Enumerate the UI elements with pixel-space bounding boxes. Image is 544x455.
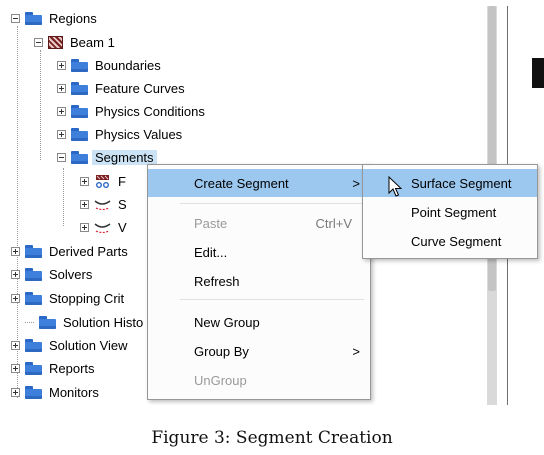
tree-item-label: Reports (49, 360, 95, 376)
menu-item-paste[interactable]: Paste Ctrl+V (148, 209, 370, 237)
tree-item-solvers[interactable]: Solvers (11, 263, 92, 285)
menu-item-curve-segment[interactable]: Curve Segment (363, 227, 537, 255)
expand-icon[interactable] (80, 222, 89, 232)
tree-item-solution-views[interactable]: Solution View (11, 334, 128, 356)
folder-icon (71, 127, 88, 141)
menu-item-refresh[interactable]: Refresh (148, 267, 370, 295)
tree-item-label: V (118, 219, 127, 235)
folder-icon (71, 150, 88, 164)
tree-item-feature-curves[interactable]: Feature Curves (57, 77, 185, 99)
expand-icon[interactable] (11, 387, 20, 397)
menu-item-label: Edit... (194, 244, 228, 260)
menu-separator (180, 299, 364, 300)
tree-item-reports[interactable]: Reports (11, 357, 95, 379)
expand-icon[interactable] (80, 199, 89, 209)
tree-guide-line (25, 321, 34, 323)
menu-item-ungroup[interactable]: UnGroup (148, 366, 370, 394)
partial-text-glyph (532, 58, 544, 88)
expand-icon[interactable] (57, 60, 66, 70)
menu-item-label: Curve Segment (411, 233, 502, 249)
expand-icon[interactable] (57, 83, 66, 93)
folder-icon (25, 338, 42, 352)
tree-guide-line (63, 168, 64, 226)
folder-icon (25, 291, 42, 305)
tree-item-segment-child[interactable]: F (80, 170, 126, 192)
simulation-tree-panel: Regions Beam 1 Boundaries Feature Curves… (0, 0, 544, 405)
menu-item-point-segment[interactable]: Point Segment (363, 198, 537, 226)
tree-item-label: Beam 1 (70, 34, 115, 50)
folder-icon (25, 244, 42, 258)
menu-item-edit[interactable]: Edit... (148, 238, 370, 266)
menu-item-label: Create Segment (194, 175, 289, 191)
tree-guide-line (40, 50, 41, 160)
region-icon (48, 35, 63, 49)
menu-item-create-segment[interactable]: Create Segment > (148, 169, 370, 197)
tree-item-label: Segments (92, 149, 157, 165)
menu-item-label: New Group (194, 314, 260, 330)
tree-item-label: Boundaries (95, 57, 161, 73)
expand-icon[interactable] (80, 176, 89, 186)
collapse-icon[interactable] (57, 152, 66, 162)
tree-item-beam[interactable]: Beam 1 (34, 31, 115, 53)
submenu-arrow-icon: > (352, 343, 360, 359)
tree-item-derived-parts[interactable]: Derived Parts (11, 240, 128, 262)
tree-item-label: Solution View (49, 337, 128, 353)
menu-item-label: UnGroup (194, 372, 247, 388)
curve-segment-icon (94, 222, 111, 233)
menu-separator (180, 203, 364, 204)
expand-icon[interactable] (57, 129, 66, 139)
expand-icon[interactable] (11, 246, 20, 256)
folder-icon (71, 58, 88, 72)
tree-item-label: Stopping Crit (49, 290, 125, 306)
expand-icon[interactable] (11, 269, 20, 279)
folder-icon (25, 267, 42, 281)
tree-item-physics-conditions[interactable]: Physics Conditions (57, 100, 205, 122)
menu-item-label: Group By (194, 343, 249, 359)
folder-icon (25, 361, 42, 375)
menu-item-label: Paste (194, 215, 228, 231)
tree-item-segment-child[interactable]: S (80, 193, 127, 215)
context-menu: Create Segment > Paste Ctrl+V Edit... Re… (147, 164, 371, 400)
folder-icon (25, 385, 42, 399)
tree-item-label: Physics Values (95, 126, 183, 142)
tree-item-label: Physics Conditions (95, 103, 205, 119)
menu-item-label: Point Segment (411, 204, 497, 220)
mouse-cursor-icon (388, 176, 402, 197)
folder-icon (39, 315, 56, 329)
menu-item-label: Refresh (194, 273, 240, 289)
tree-item-monitors[interactable]: Monitors (11, 381, 99, 403)
tree-item-boundaries[interactable]: Boundaries (57, 54, 161, 76)
folder-icon (71, 81, 88, 95)
collapse-icon[interactable] (11, 13, 20, 23)
tree-item-label: Feature Curves (95, 80, 185, 96)
submenu-arrow-icon: > (352, 175, 360, 191)
expand-icon[interactable] (11, 293, 20, 303)
menu-item-shortcut: Ctrl+V (315, 215, 352, 231)
tree-item-label: F (118, 173, 126, 189)
tree-item-stopping-criteria[interactable]: Stopping Crit (11, 287, 124, 309)
tree-item-label: Solution Histo (63, 314, 144, 330)
surface-segment-icon (96, 174, 109, 188)
tree-item-segments[interactable]: Segments (57, 146, 157, 168)
tree-item-segment-child[interactable]: V (80, 216, 127, 238)
tree-item-label: S (118, 196, 127, 212)
folder-icon (71, 104, 88, 118)
expand-icon[interactable] (11, 340, 20, 350)
tree-item-solution-histories[interactable]: Solution Histo (25, 311, 143, 333)
menu-item-group-by[interactable]: Group By > (148, 337, 370, 365)
tree-item-label: Derived Parts (49, 243, 128, 259)
tree-item-physics-values[interactable]: Physics Values (57, 123, 182, 145)
curve-segment-icon (94, 199, 111, 210)
tree-item-label: Solvers (49, 266, 93, 282)
menu-item-new-group[interactable]: New Group (148, 308, 370, 336)
folder-icon (25, 11, 42, 25)
figure-caption: Figure 3: Segment Creation (151, 428, 393, 448)
expand-icon[interactable] (57, 106, 66, 116)
menu-item-label: Surface Segment (411, 175, 512, 191)
expand-icon[interactable] (11, 363, 20, 373)
tree-item-label: Regions (49, 10, 97, 26)
tree-item-label: Monitors (49, 384, 99, 400)
collapse-icon[interactable] (34, 37, 43, 47)
tree-item-regions[interactable]: Regions (11, 7, 97, 29)
